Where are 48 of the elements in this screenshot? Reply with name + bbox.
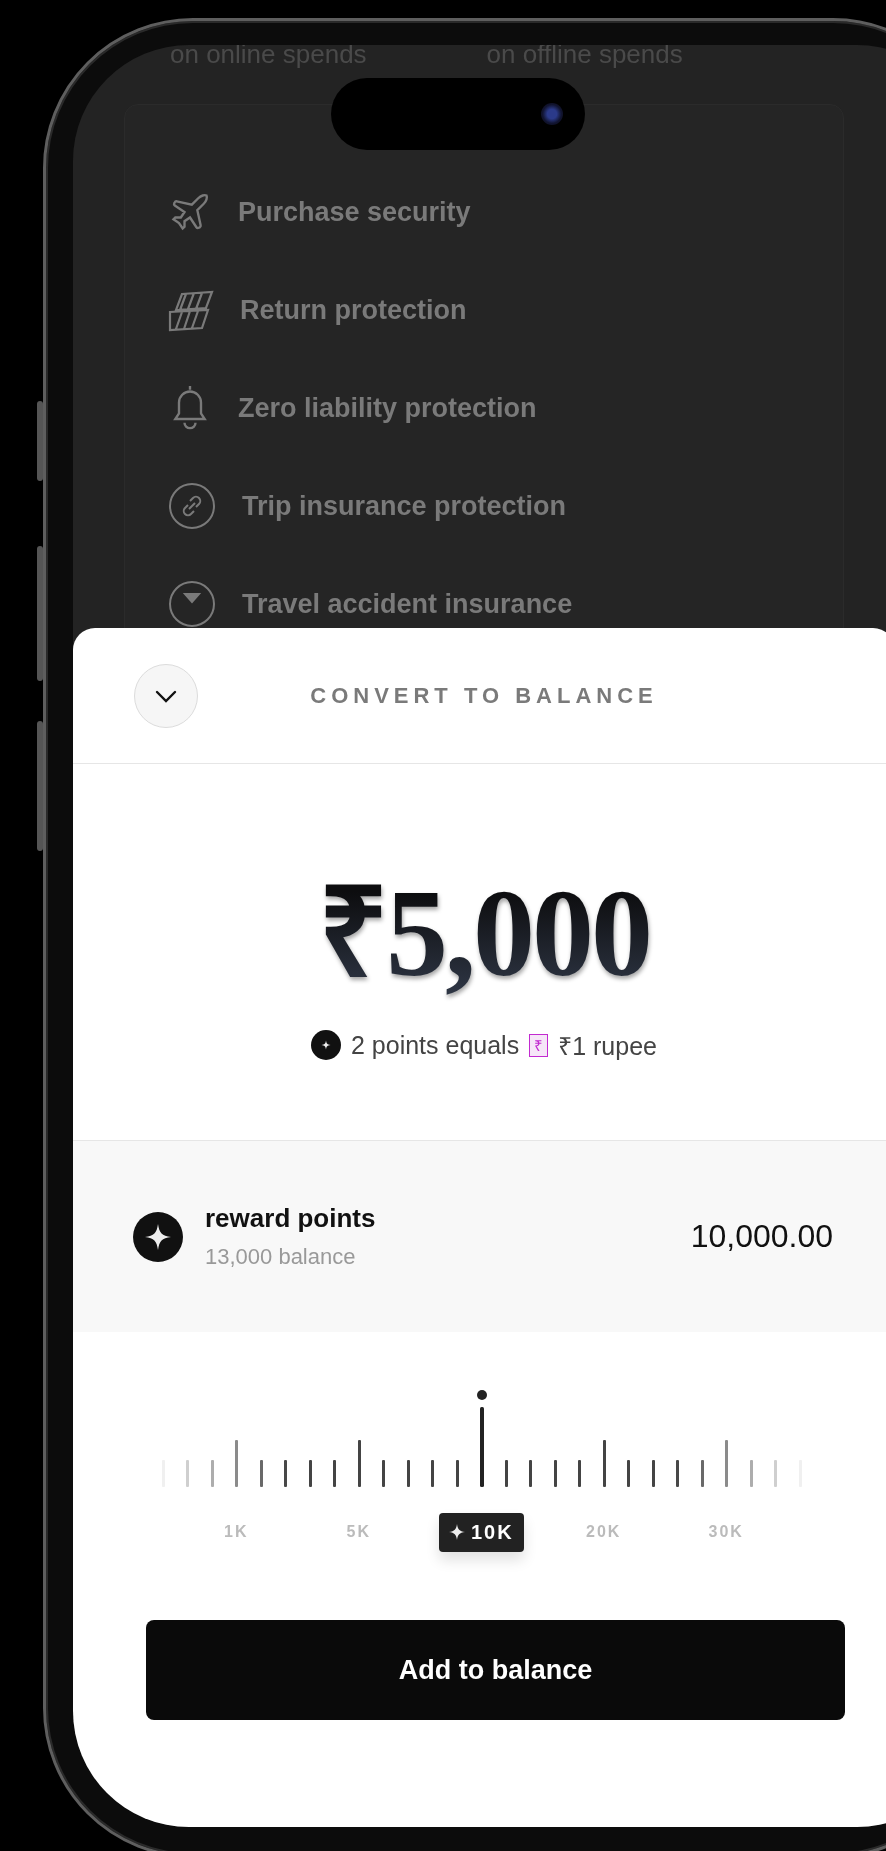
ruler-tick — [308, 1460, 312, 1487]
feature-label: Travel accident insurance — [242, 588, 573, 620]
ruler-tick — [431, 1460, 435, 1487]
ruler-tick — [749, 1460, 753, 1487]
ruler-tick — [602, 1440, 606, 1487]
ruler-tick — [235, 1440, 239, 1487]
feature-label: Zero liability protection — [238, 392, 537, 424]
ruler-tick — [553, 1460, 557, 1487]
ruler-tick — [259, 1460, 263, 1487]
ruler-tick — [455, 1460, 459, 1487]
ruler-tick — [651, 1460, 655, 1487]
scale-label[interactable]: 10K — [438, 1512, 524, 1552]
rate-text: ₹1 rupee — [558, 1031, 657, 1062]
ruler-tick — [774, 1460, 778, 1487]
ruler-tick — [578, 1460, 582, 1487]
ruler-tick — [357, 1440, 361, 1487]
ruler-tick — [504, 1460, 508, 1487]
feature-label: Purchase security — [238, 196, 471, 228]
rate-text: 2 points equals — [351, 1030, 520, 1060]
ruler-tick — [529, 1460, 533, 1487]
ruler-tick — [627, 1460, 631, 1487]
ruler-tick — [186, 1460, 190, 1487]
ruler-tick — [382, 1460, 386, 1487]
scale-label[interactable]: 1K — [224, 1523, 249, 1541]
camera-lens — [541, 103, 563, 125]
link-icon — [168, 482, 216, 530]
ruler-tick — [284, 1460, 288, 1487]
feature-label: Return protection — [240, 294, 467, 326]
ruler-tick — [700, 1460, 704, 1487]
ruler-tick — [406, 1460, 410, 1487]
rupee-badge: ₹ — [529, 1033, 549, 1057]
ruler-tick — [676, 1460, 680, 1487]
add-to-balance-button[interactable]: Add to balance — [146, 1620, 845, 1720]
source-balance: 13,000 balance — [205, 1244, 357, 1270]
ruler-tick — [725, 1440, 729, 1487]
chevron-down-icon — [154, 688, 178, 703]
source-name: reward points — [205, 1203, 377, 1234]
sheet-title: CONVERT TO BALANCE — [310, 682, 658, 709]
ruler-tick — [210, 1460, 214, 1487]
star-icon — [448, 1524, 465, 1540]
scale-label[interactable]: 5K — [346, 1523, 371, 1541]
slider-indicator[interactable] — [475, 1390, 488, 1487]
scale-label[interactable]: 20K — [586, 1523, 622, 1541]
stripes-icon — [168, 288, 214, 332]
feature-label: Trip insurance protection — [242, 490, 567, 522]
scale-label[interactable]: 30K — [708, 1523, 744, 1541]
ruler-tick — [333, 1460, 337, 1487]
points-value: 10,000.00 — [690, 1218, 833, 1255]
